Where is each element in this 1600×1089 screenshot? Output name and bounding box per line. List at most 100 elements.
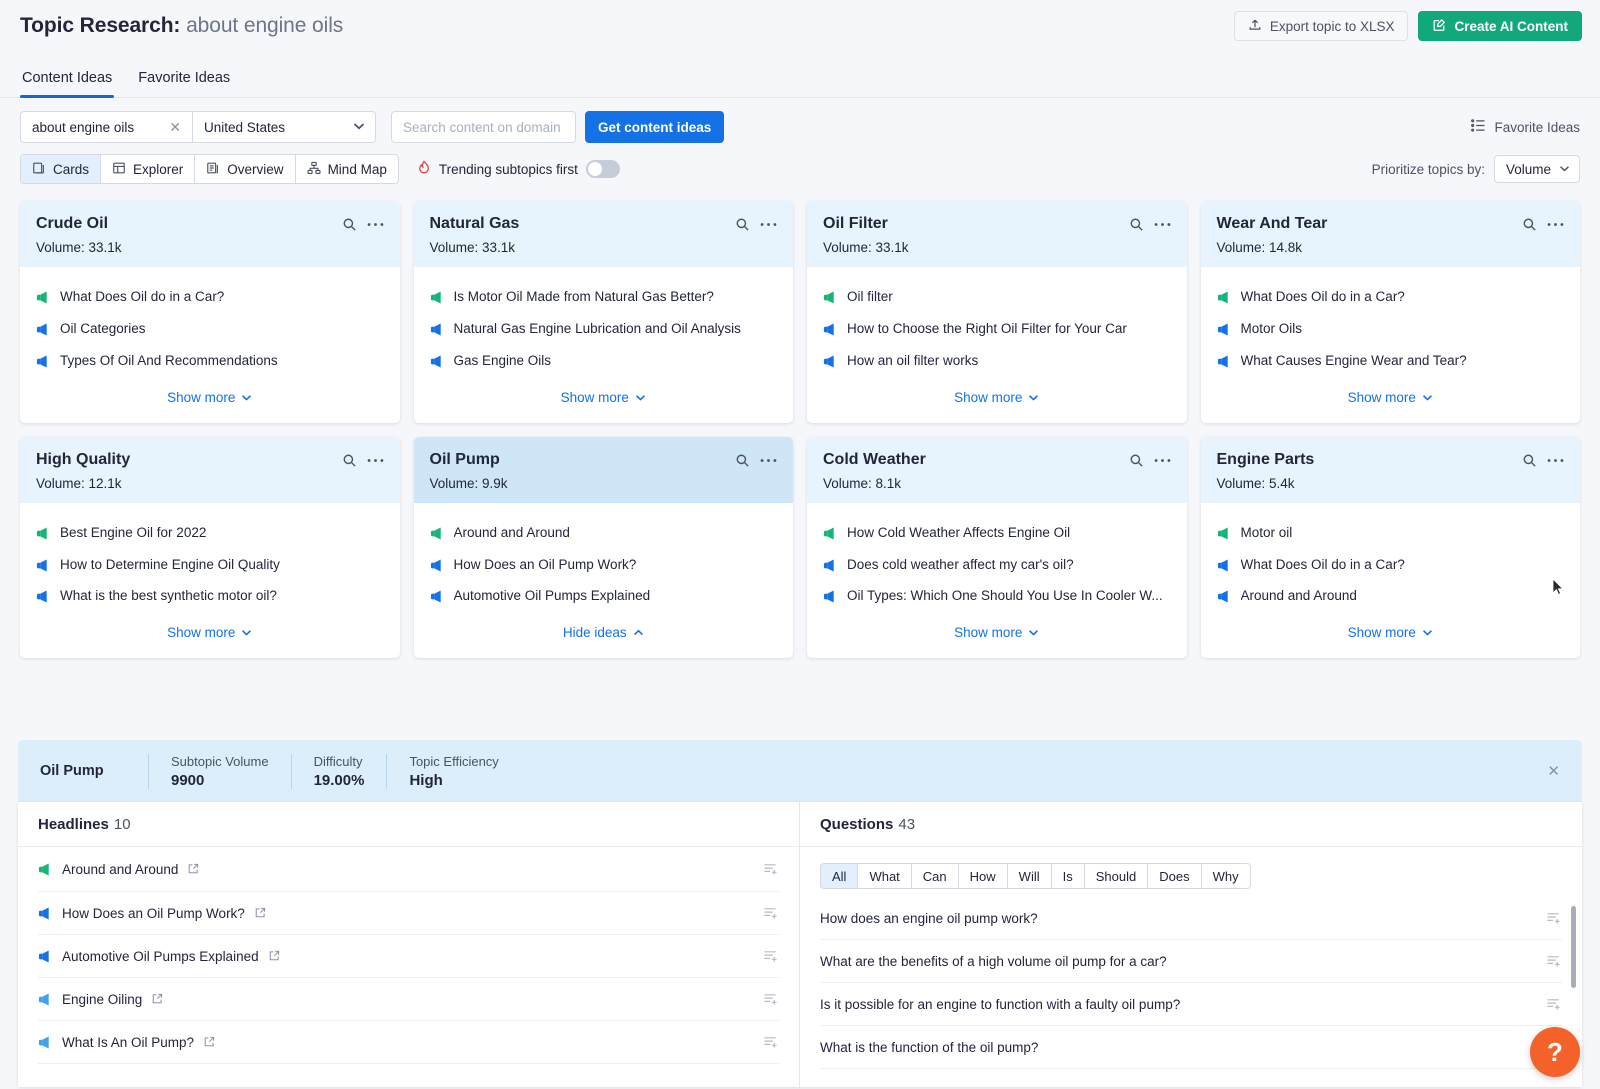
question-row[interactable]: What is the function of the oil pump? bbox=[820, 1026, 1562, 1069]
external-link-icon[interactable] bbox=[203, 1036, 215, 1048]
card-idea-item[interactable]: Oil Types: Which One Should You Use In C… bbox=[823, 588, 1171, 605]
topic-card[interactable]: Engine Parts Volume: 5.4k Motor oil What Do… bbox=[1200, 436, 1580, 659]
card-show-more-toggle[interactable]: Hide ideas bbox=[563, 625, 644, 640]
card-idea-item[interactable]: Oil Categories bbox=[36, 321, 384, 338]
add-to-list-icon[interactable] bbox=[1546, 911, 1562, 926]
question-filter-why[interactable]: Why bbox=[1200, 863, 1251, 889]
more-options-icon[interactable] bbox=[1547, 222, 1564, 227]
question-filter-is[interactable]: Is bbox=[1050, 863, 1084, 889]
add-to-list-icon[interactable] bbox=[1546, 954, 1562, 969]
card-show-more-toggle[interactable]: Show more bbox=[1348, 625, 1433, 640]
more-options-icon[interactable] bbox=[760, 222, 777, 227]
topic-card[interactable]: Natural Gas Volume: 33.1k Is Motor Oil Mad… bbox=[413, 201, 793, 423]
search-icon[interactable] bbox=[342, 453, 357, 468]
view-mind-map[interactable]: Mind Map bbox=[295, 155, 398, 183]
headline-row[interactable]: How Does an Oil Pump Work? bbox=[38, 892, 779, 935]
prioritize-select[interactable]: Volume bbox=[1493, 155, 1580, 183]
trending-subtopics-toggle[interactable] bbox=[585, 160, 620, 178]
card-show-more-toggle[interactable]: Show more bbox=[167, 390, 252, 405]
card-idea-item[interactable]: How to Choose the Right Oil Filter for Y… bbox=[823, 321, 1171, 338]
question-filter-should[interactable]: Should bbox=[1083, 863, 1148, 889]
card-idea-item[interactable]: Oil filter bbox=[823, 289, 1171, 306]
view-overview[interactable]: Overview bbox=[195, 155, 296, 183]
more-options-icon[interactable] bbox=[1154, 222, 1171, 227]
database-select[interactable]: United States bbox=[192, 111, 376, 143]
add-to-list-icon[interactable] bbox=[1546, 997, 1562, 1012]
external-link-icon[interactable] bbox=[151, 993, 163, 1005]
topic-card[interactable]: High Quality Volume: 12.1k Best Engine Oil… bbox=[20, 436, 400, 659]
add-to-list-icon[interactable] bbox=[763, 906, 779, 921]
question-row[interactable]: How does an engine oil pump work? bbox=[820, 897, 1562, 940]
question-row[interactable]: Is it possible for an engine to function… bbox=[820, 983, 1562, 1026]
external-link-icon[interactable] bbox=[187, 863, 199, 875]
card-idea-item[interactable]: How Does an Oil Pump Work? bbox=[430, 557, 778, 574]
help-button[interactable]: ? bbox=[1530, 1027, 1580, 1077]
card-idea-item[interactable]: Motor Oils bbox=[1217, 321, 1565, 338]
more-options-icon[interactable] bbox=[367, 458, 384, 463]
card-show-more-toggle[interactable]: Show more bbox=[561, 390, 646, 405]
more-options-icon[interactable] bbox=[760, 458, 777, 463]
keyword-input[interactable]: about engine oils ✕ bbox=[20, 111, 192, 143]
card-idea-item[interactable]: What Does Oil do in a Car? bbox=[1217, 557, 1565, 574]
card-idea-item[interactable]: Is Motor Oil Made from Natural Gas Bette… bbox=[430, 289, 778, 306]
search-icon[interactable] bbox=[1522, 453, 1537, 468]
search-icon[interactable] bbox=[1522, 217, 1537, 232]
card-show-more-toggle[interactable]: Show more bbox=[954, 390, 1039, 405]
card-idea-item[interactable]: How to Determine Engine Oil Quality bbox=[36, 557, 384, 574]
more-options-icon[interactable] bbox=[1547, 458, 1564, 463]
card-idea-item[interactable]: What Does Oil do in a Car? bbox=[36, 289, 384, 306]
card-idea-item[interactable]: What Does Oil do in a Car? bbox=[1217, 289, 1565, 306]
card-idea-item[interactable]: Motor oil bbox=[1217, 525, 1565, 542]
add-to-list-icon[interactable] bbox=[763, 949, 779, 964]
card-idea-item[interactable]: Does cold weather affect my car's oil? bbox=[823, 557, 1171, 574]
more-options-icon[interactable] bbox=[367, 222, 384, 227]
card-idea-item[interactable]: Around and Around bbox=[430, 525, 778, 542]
card-idea-item[interactable]: Around and Around bbox=[1217, 588, 1565, 605]
add-to-list-icon[interactable] bbox=[763, 862, 779, 877]
search-icon[interactable] bbox=[1129, 453, 1144, 468]
headline-row[interactable]: Around and Around bbox=[38, 847, 779, 892]
card-idea-item[interactable]: Gas Engine Oils bbox=[430, 353, 778, 370]
get-content-ideas-button[interactable]: Get content ideas bbox=[585, 111, 725, 143]
question-filter-how[interactable]: How bbox=[957, 863, 1007, 889]
card-show-more-toggle[interactable]: Show more bbox=[1348, 390, 1433, 405]
question-filter-can[interactable]: Can bbox=[910, 863, 958, 889]
view-cards[interactable]: Cards bbox=[21, 155, 102, 183]
card-idea-item[interactable]: What is the best synthetic motor oil? bbox=[36, 588, 384, 605]
card-idea-item[interactable]: Types Of Oil And Recommendations bbox=[36, 353, 384, 370]
question-filter-all[interactable]: All bbox=[820, 863, 858, 889]
topic-card[interactable]: Cold Weather Volume: 8.1k How Cold Weather… bbox=[807, 436, 1187, 659]
card-idea-item[interactable]: What Causes Engine Wear and Tear? bbox=[1217, 353, 1565, 370]
topic-card[interactable]: Crude Oil Volume: 33.1k What Does Oil do i… bbox=[20, 201, 400, 423]
headline-row[interactable]: Automotive Oil Pumps Explained bbox=[38, 935, 779, 978]
close-icon[interactable]: ✕ bbox=[1543, 758, 1564, 784]
create-ai-content-button[interactable]: Create AI Content bbox=[1418, 11, 1582, 41]
card-show-more-toggle[interactable]: Show more bbox=[167, 625, 252, 640]
question-row[interactable]: What are the benefits of a high volume o… bbox=[820, 940, 1562, 983]
question-filter-does[interactable]: Does bbox=[1147, 863, 1201, 889]
headline-row[interactable]: What Is An Oil Pump? bbox=[38, 1021, 779, 1064]
search-icon[interactable] bbox=[1129, 217, 1144, 232]
external-link-icon[interactable] bbox=[254, 907, 266, 919]
search-icon[interactable] bbox=[735, 453, 750, 468]
export-topic-button[interactable]: Export topic to XLSX bbox=[1233, 11, 1409, 41]
card-idea-item[interactable]: Best Engine Oil for 2022 bbox=[36, 525, 384, 542]
card-show-more-toggle[interactable]: Show more bbox=[954, 625, 1039, 640]
close-icon[interactable]: ✕ bbox=[166, 119, 184, 136]
topic-card[interactable]: Oil Pump Volume: 9.9k Around and Around How… bbox=[413, 436, 793, 659]
card-idea-item[interactable]: How an oil filter works bbox=[823, 353, 1171, 370]
tab-favorite-ideas[interactable]: Favorite Ideas bbox=[136, 70, 232, 97]
card-idea-item[interactable]: Natural Gas Engine Lubrication and Oil A… bbox=[430, 321, 778, 338]
question-filter-what[interactable]: What bbox=[857, 863, 911, 889]
question-filter-will[interactable]: Will bbox=[1006, 863, 1051, 889]
card-idea-item[interactable]: Automotive Oil Pumps Explained bbox=[430, 588, 778, 605]
card-idea-item[interactable]: How Cold Weather Affects Engine Oil bbox=[823, 525, 1171, 542]
tab-content-ideas[interactable]: Content Ideas bbox=[20, 70, 115, 98]
topic-card[interactable]: Wear And Tear Volume: 14.8k What Does Oil … bbox=[1200, 201, 1580, 423]
add-to-list-icon[interactable] bbox=[763, 992, 779, 1007]
add-to-list-icon[interactable] bbox=[763, 1035, 779, 1050]
search-domain-input[interactable]: Search content on domain bbox=[391, 111, 576, 143]
external-link-icon[interactable] bbox=[268, 950, 280, 962]
headline-row[interactable]: Engine Oiling bbox=[38, 978, 779, 1021]
search-icon[interactable] bbox=[342, 217, 357, 232]
